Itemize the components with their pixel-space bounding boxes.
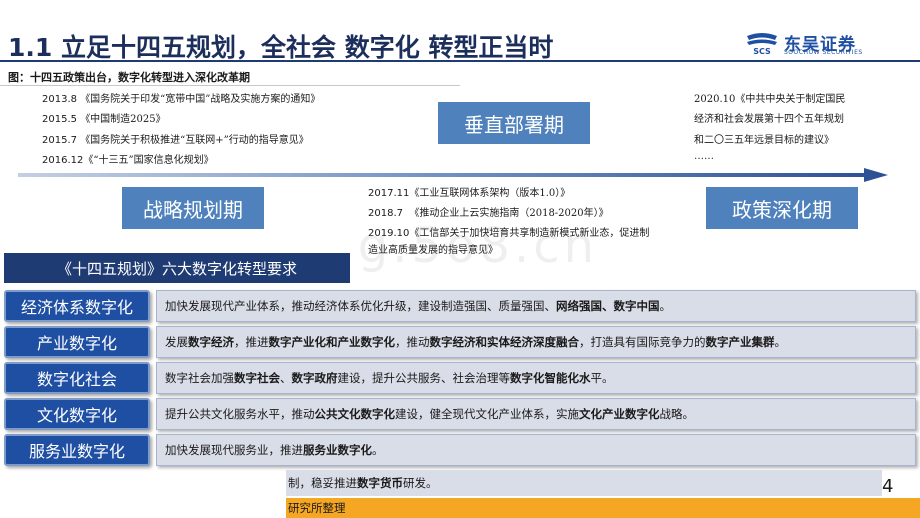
requirement-label: 经济体系数字化: [4, 290, 150, 322]
description-text: 、: [280, 371, 292, 385]
timeline-item: 2017.11《工业互联网体系架构（版本1.0）》: [368, 184, 570, 199]
description-text: 数字社会加强: [165, 371, 234, 385]
company-logo: SCS 东吴证券 SOOCHOW SECURITIES: [744, 32, 884, 58]
timeline-year: 2016.12: [42, 155, 84, 166]
requirement-description: 发展 数字经济 ，推进 数字产业化和产业数字化 ，推动 数字经济和实体经济深度融合 ，打造具…: [156, 326, 916, 358]
emphasis-text: 文化产业数字化: [579, 407, 660, 421]
timeline-text: 《推动企业上云实施指南（2018-2020年）》: [409, 208, 609, 219]
emphasis-text: 数字产业集群: [705, 335, 775, 349]
emphasis-text: 数字社会: [234, 371, 280, 385]
description-text: 平。: [590, 371, 614, 385]
description-text: ，推动: [395, 335, 430, 349]
description-text: 提升公共文化服务水平，推动: [165, 407, 315, 421]
timeline-year: 2019.10: [368, 228, 410, 239]
logo-mark-icon: SCS: [747, 33, 777, 56]
timeline-item: 2015.7 《国务院关于积极推进“互联网+”行动的指导意见》: [42, 131, 309, 146]
description-text: 建设，健全现代文化产业体系，实施: [395, 407, 579, 421]
description-text: ，推进: [234, 335, 269, 349]
page-title: 1.1 立足十四五规划，全社会 数字化 转型正当时: [8, 33, 554, 62]
requirement-label: 产业数字化: [4, 326, 150, 358]
stage-policy-deepening: 政策深化期: [706, 187, 858, 229]
timeline-text: 《国务院关于积极推进“互联网+”行动的指导意见》: [80, 135, 309, 146]
emphasis-text: 服务业数字化: [303, 443, 372, 457]
requirement-description: 提升公共文化服务水平，推动 公共文化数字化 建设，健全现代文化产业体系，实施 文化产业…: [156, 398, 916, 430]
requirement-label: 文化数字化: [4, 398, 150, 430]
emphasis-text: 数字经济: [188, 335, 234, 349]
caption-divider: [0, 85, 460, 86]
description-text: 建设，提升公共服务、社会治理等: [337, 371, 511, 385]
timeline-text: 《“十三五”国家信息化规划》: [83, 155, 214, 166]
description-text: ，打造具有国际竞争力的: [579, 335, 706, 349]
requirement-row: 服务业数字化 加快发展现代服务业，推进 服务业数字化。: [4, 434, 916, 466]
figure-caption: 图：十四五政策出台，数字化转型进入深化改革期: [8, 71, 250, 84]
timeline-note-line: ……: [694, 151, 714, 162]
timeline-year: 2013.8: [42, 94, 77, 105]
requirements-title: 《十四五规划》六大数字化转型要求: [4, 253, 350, 283]
requirement-row: 数字化社会 数字社会加强 数字社会、数字政府 建设，提升公共服务、社会治理等 数字化智…: [4, 362, 916, 394]
timeline-item: 2013.8 《国务院关于印发“宽带中国”战略及实施方案的通知》: [42, 90, 320, 105]
requirement-description: 加快发展现代产业体系，推动经济体系优化升级，建设制造强国、质量强国、 网络强国、数…: [156, 290, 916, 322]
timeline-item: 2015.5 《中国制造2025》: [42, 110, 166, 125]
timeline-year: 2017.11: [368, 188, 410, 199]
source-note: 研究所整理: [286, 498, 920, 518]
timeline-item: 造业高质量发展的指导意见》: [368, 241, 498, 256]
emphasis-text: 网络强国、数字中国: [556, 299, 660, 313]
timeline-arrow: [18, 168, 888, 182]
timeline-item: 2019.10《工信部关于加快培育共享制造新模式新业态，促进制: [368, 224, 649, 239]
timeline-year: 2015.7: [42, 135, 77, 146]
timeline-note-line: 2020.10《中共中央关于制定国民: [694, 94, 846, 105]
timeline-note-line: 和二〇三五年远景目标的建议》: [694, 135, 834, 146]
requirement-description: 加快发展现代服务业，推进 服务业数字化。: [156, 434, 916, 466]
logo-mark-text: SCS: [753, 47, 771, 56]
description-text: 加快发展现代服务业，推进: [165, 443, 303, 457]
timeline-text: 《国务院关于印发“宽带中国”战略及实施方案的通知》: [80, 94, 321, 105]
emphasis-text: 数字货币: [357, 476, 403, 490]
requirement-row: 经济体系数字化 加快发展现代产业体系，推动经济体系优化升级，建设制造强国、质量强…: [4, 290, 916, 322]
description-text: 加快发展现代产业体系，推动经济体系优化升级，建设制造强国、质量强国、: [165, 299, 556, 313]
stage-strategic-planning: 战略规划期: [122, 187, 264, 229]
emphasis-text: 数字化智能化水: [510, 371, 591, 385]
logo-english-name: SOOCHOW SECURITIES: [784, 49, 863, 56]
page-number: 4: [882, 476, 894, 497]
timeline-text: 《工信部关于加快培育共享制造新模式新业态，促进制: [409, 228, 650, 239]
timeline-year: 2018.7: [368, 208, 403, 219]
timeline-text: 《中国制造2025》: [80, 114, 166, 125]
requirement-description: 数字社会加强 数字社会、数字政府 建设，提升公共服务、社会治理等 数字化智能化水 平。: [156, 362, 916, 394]
timeline-item: 2016.12《“十三五”国家信息化规划》: [42, 151, 214, 166]
description-text: 战略。: [659, 407, 695, 421]
requirement-label: 数字化社会: [4, 362, 150, 394]
timeline-note-line: 经济和社会发展第十四个五年规划: [694, 114, 844, 125]
timeline-year: 2015.5: [42, 114, 77, 125]
timeline-item: 2018.7 《推动企业上云实施指南（2018-2020年）》: [368, 204, 609, 219]
emphasis-text: 数字经济和实体经济深度融合: [429, 335, 580, 349]
requirement-row: 文化数字化 提升公共文化服务水平，推动 公共文化数字化 建设，健全现代文化产业体系，…: [4, 398, 916, 430]
emphasis-text: 数字政府: [291, 371, 338, 385]
timeline-text: 造业高质量发展的指导意见》: [368, 245, 498, 256]
requirement-label: 服务业数字化: [4, 434, 150, 466]
description-text: 研发。: [403, 476, 438, 490]
emphasis-text: 数字产业化和产业数字化: [268, 335, 396, 349]
description-text: 制，稳妥推进: [288, 476, 357, 490]
requirement-row: 产业数字化 发展 数字经济 ，推进 数字产业化和产业数字化 ，推动 数字经济和实体经济深度…: [4, 326, 916, 358]
timeline-text: 《工业互联网体系架构（版本1.0）》: [409, 188, 571, 199]
title-divider: [0, 60, 920, 62]
description-text: 发展: [165, 335, 188, 349]
emphasis-text: 公共文化数字化: [314, 407, 396, 421]
description-text: 。: [774, 335, 787, 349]
description-text: 。: [372, 443, 384, 457]
description-text: 。: [659, 299, 672, 313]
stage-vertical-deployment: 垂直部署期: [438, 102, 590, 144]
overlapped-requirement-fragment: 制，稳妥推进 数字货币 研发。: [286, 470, 882, 496]
